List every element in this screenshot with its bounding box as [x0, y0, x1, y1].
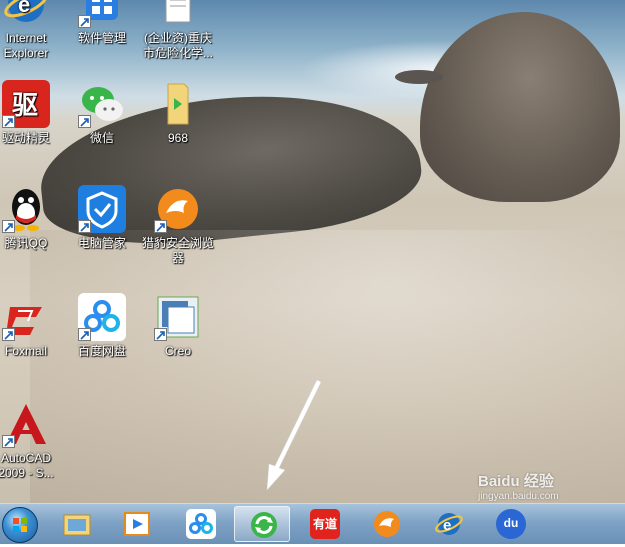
desktop-icon-wechat[interactable]: 微信	[64, 80, 140, 146]
desktop-icon-liebao-browser[interactable]: 猎豹安全浏览器	[140, 185, 216, 266]
shortcut-arrow-icon	[154, 328, 167, 341]
baidu-watermark: Baidu 经验 jingyan.baidu.com	[478, 470, 559, 502]
liebao-browser-icon	[154, 185, 202, 233]
svg-text:e: e	[18, 0, 30, 17]
shortcut-arrow-icon	[154, 220, 167, 233]
icon-label: 猎豹安全浏览器	[142, 236, 215, 265]
desktop-icon-driver-genius[interactable]: 驱 驱动精灵	[0, 80, 64, 146]
shortcut-arrow-icon	[78, 220, 91, 233]
rock-small	[395, 70, 443, 84]
watermark-sub: jingyan.baidu.com	[478, 491, 559, 502]
desktop-icon-foxmail[interactable]: Foxmail	[0, 293, 64, 359]
icon-label: 腾讯QQ	[4, 236, 48, 250]
taskbar-item-refresh-app[interactable]	[234, 506, 290, 542]
desktop-icon-baidu-netdisk[interactable]: 百度网盘	[64, 293, 140, 359]
shortcut-arrow-icon	[78, 15, 91, 28]
desktop-background: e Internet Explorer 驱 驱动精灵 腾讯QQ Foxmail …	[0, 0, 625, 503]
autocad-icon	[2, 400, 50, 448]
icon-label: 驱动精灵	[1, 131, 50, 145]
desktop-icon-software-manager[interactable]: 软件管理	[64, 0, 140, 46]
desktop-icon-internet-explorer[interactable]: e Internet Explorer	[0, 0, 64, 61]
baidu-label: du	[503, 516, 519, 530]
file-explorer-icon	[62, 509, 92, 539]
start-button[interactable]	[0, 505, 40, 543]
icon-label: (企业资)重庆市危险化学...	[142, 31, 213, 60]
pc-manager-icon	[78, 185, 126, 233]
icon-label: 电脑管家	[77, 236, 126, 250]
desktop-icon-creo[interactable]: Creo	[140, 293, 216, 359]
watermark-text: Baidu 经验	[478, 473, 554, 490]
shortcut-arrow-icon	[78, 328, 91, 341]
media-player-icon	[122, 509, 152, 539]
wechat-icon	[78, 80, 126, 128]
icon-label: AutoCAD 2009 - S...	[0, 451, 54, 480]
refresh-app-icon	[249, 510, 279, 540]
icon-label: 百度网盘	[77, 344, 126, 358]
icon-label: 软件管理	[77, 31, 126, 45]
icon-label: 968	[167, 131, 189, 145]
taskbar-item-youdao[interactable]: 有道	[296, 506, 352, 542]
liebao-browser-icon	[372, 509, 402, 539]
taskbar-item-baidu[interactable]: du	[482, 506, 538, 542]
svg-text:e: e	[443, 517, 451, 534]
icon-label: Internet Explorer	[3, 31, 49, 60]
svg-text:驱: 驱	[12, 91, 38, 121]
software-manager-icon	[78, 0, 126, 28]
internet-explorer-icon: e	[2, 0, 50, 28]
red-arrow-annotation	[266, 379, 322, 491]
baidu-icon: du	[496, 509, 526, 539]
taskbar-item-liebao-browser[interactable]	[358, 506, 414, 542]
foxmail-icon	[2, 293, 50, 341]
driver-genius-icon: 驱	[2, 80, 50, 128]
shortcut-arrow-icon	[78, 115, 91, 128]
sand-shading	[30, 230, 625, 503]
baidu-netdisk-icon	[186, 509, 216, 539]
qq-icon	[2, 185, 50, 233]
internet-explorer-icon: e	[434, 509, 464, 539]
youdao-label: 有道	[312, 517, 337, 531]
taskbar-item-media-player[interactable]	[108, 506, 164, 542]
shortcut-arrow-icon	[2, 115, 15, 128]
windows-start-icon	[2, 507, 38, 543]
icon-label: Foxmail	[4, 344, 47, 358]
taskbar-item-baidu-netdisk[interactable]	[172, 506, 228, 542]
document-icon	[154, 0, 202, 28]
desktop-icon-autocad[interactable]: AutoCAD 2009 - S...	[0, 400, 64, 481]
taskbar-item-internet-explorer[interactable]: e	[420, 506, 476, 542]
taskbar-item-file-explorer[interactable]	[48, 506, 104, 542]
shortcut-arrow-icon	[2, 328, 15, 341]
taskbar: 有道 e du	[0, 503, 625, 544]
desktop-icon-qq[interactable]: 腾讯QQ	[0, 185, 64, 251]
icon-label: Creo	[164, 344, 191, 358]
desktop-icon-document[interactable]: (企业资)重庆市危险化学...	[140, 0, 216, 61]
desktop-icon-pc-manager[interactable]: 电脑管家	[64, 185, 140, 251]
creo-icon	[154, 293, 202, 341]
desktop-icon-folder-968[interactable]: 968	[140, 80, 216, 146]
youdao-icon: 有道	[310, 509, 340, 539]
baidu-netdisk-icon	[78, 293, 126, 341]
shortcut-arrow-icon	[2, 435, 15, 448]
folder-icon	[154, 80, 202, 128]
shortcut-arrow-icon	[2, 220, 15, 233]
icon-label: 微信	[89, 131, 114, 145]
